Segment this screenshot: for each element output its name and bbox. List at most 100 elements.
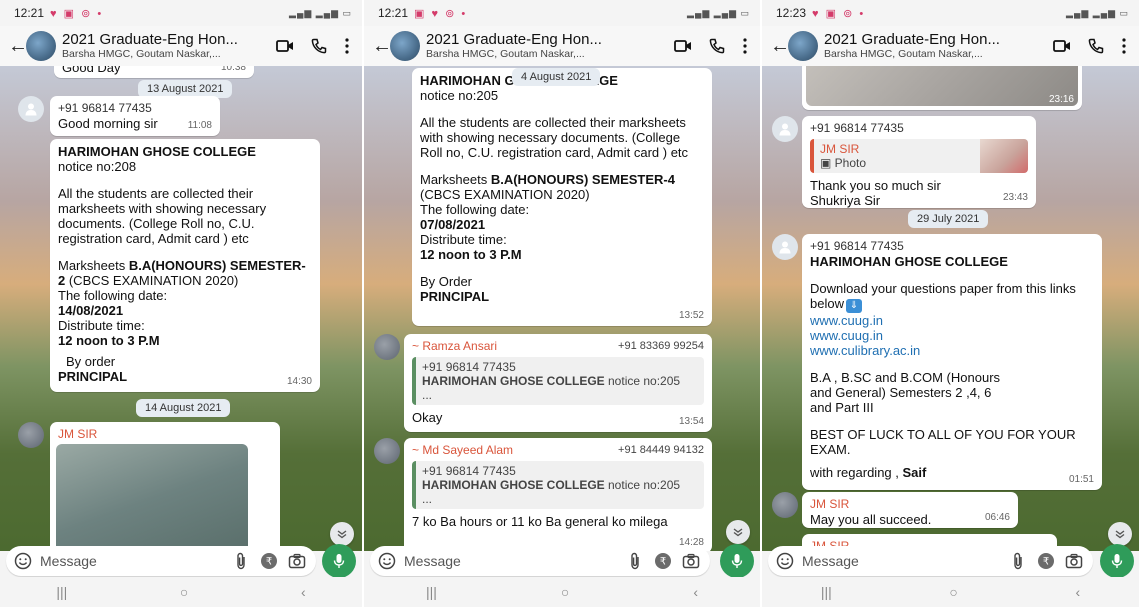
back-arrow-icon[interactable]: ← [770,35,790,58]
emoji-icon[interactable] [14,552,32,570]
scroll-down-icon[interactable] [1108,522,1132,546]
link-1[interactable]: www.cuug.in [810,313,1094,328]
signal-icon: ▂▄▆ ▂▄▆ ▭ [687,7,750,18]
video-call-icon[interactable] [670,33,696,59]
recent-apps-icon[interactable]: ||| [821,584,832,600]
status-time: 12:21 [378,6,409,20]
camera-icon[interactable] [286,550,308,572]
message-bubble[interactable]: HARIMOHAN GHOSE COLLEGE notice no:208 Al… [50,139,320,392]
payment-icon[interactable]: ₹ [1035,550,1057,572]
emoji-icon[interactable] [776,552,794,570]
sender-avatar[interactable] [18,96,44,122]
chat-area[interactable]: HARIMOHAN GHOSE COLLEGE notice no:205 Al… [364,66,760,551]
back-arrow-icon[interactable]: ← [372,35,392,58]
voice-call-icon[interactable] [306,33,332,59]
message-bubble[interactable]: 23:16 [802,66,1082,110]
chat-title-area[interactable]: 2021 Graduate-Eng Hon... Barsha HMGC, Go… [62,31,264,61]
mic-button[interactable] [1100,544,1134,578]
recent-apps-icon[interactable]: ||| [426,584,437,600]
payment-icon[interactable]: ₹ [258,550,280,572]
back-nav-icon[interactable]: ‹ [301,584,306,600]
notice-signatory: PRINCIPAL [420,289,490,304]
camera-icon[interactable] [1063,550,1085,572]
attach-icon[interactable] [1007,550,1029,572]
group-avatar[interactable] [390,31,420,61]
mic-button[interactable] [720,544,754,578]
payment-icon[interactable]: ₹ [652,550,674,572]
message-input[interactable]: Message ₹ [768,546,1093,576]
quoted-message[interactable]: JM SIR ▣ Photo [810,139,1028,173]
media-thumbnail[interactable] [56,444,248,551]
chat-participants: Barsha HMGC, Goutam Naskar,... [426,48,585,60]
status-bar: 12:21 ♥ ▣ ⊚ • ▂▄▆ ▂▄▆ ▭ [0,0,362,26]
back-arrow-icon[interactable]: ← [8,35,28,58]
notice-body: All the students are collected their mar… [58,186,267,246]
sender-avatar[interactable] [772,492,798,518]
link-2[interactable]: www.cuug.in [810,328,1094,343]
notice-by-order: By Order [420,274,473,289]
video-call-icon[interactable] [1049,33,1075,59]
home-icon[interactable]: ○ [561,584,569,600]
input-bar: Message ₹ [762,544,1139,578]
message-time: 14:30 [286,376,312,387]
message-input[interactable]: Message ₹ [370,546,710,576]
chat-title-area[interactable]: 2021 Graduate-Eng Hon... Barsha HMGC, Go… [824,31,1041,61]
back-nav-icon[interactable]: ‹ [693,584,698,600]
home-icon[interactable]: ○ [949,584,957,600]
message-bubble[interactable]: Good Day 10:38 [54,66,254,78]
chat-area[interactable]: 23:16 +91 96814 77435 JM SIR ▣ Photo Tha… [762,66,1139,551]
recent-apps-icon[interactable]: ||| [56,584,67,600]
notice-signatory: PRINCIPAL [58,369,128,384]
message-time: 23:43 [1002,192,1028,203]
group-avatar[interactable] [26,31,56,61]
emoji-icon[interactable] [378,552,396,570]
more-options-icon[interactable] [1117,33,1131,59]
notice-courses: B.A , B.SC and B.COM (Honours and Genera… [810,370,1001,415]
home-icon[interactable]: ○ [180,584,188,600]
status-time: 12:23 [776,6,807,20]
quoted-message[interactable]: +91 96814 77435 HARIMOHAN GHOSE COLLEGE … [412,357,704,405]
sender-avatar[interactable] [772,116,798,142]
quoted-more: ... [422,388,433,402]
voice-call-icon[interactable] [704,33,730,59]
sender-avatar[interactable] [772,234,798,260]
message-bubble[interactable]: JM SIR [50,422,280,551]
back-nav-icon[interactable]: ‹ [1075,584,1080,600]
message-text: Thank you so much sir Shukriya Sir [810,178,941,208]
phone-screen-1: 12:21 ♥ ▣ ⊚ • ▂▄▆ ▂▄▆ ▭ ← 2021 Graduate-… [0,0,362,607]
message-input[interactable]: Message ₹ [6,546,316,576]
scroll-down-icon[interactable] [726,520,750,544]
more-options-icon[interactable] [340,33,354,59]
chat-title: 2021 Graduate-Eng Hon... [62,31,238,48]
message-text: Okay [412,410,443,425]
quoted-message[interactable]: +91 96814 77435 HARIMOHAN GHOSE COLLEGE … [412,461,704,509]
sender-avatar[interactable] [374,334,400,360]
notice-time-label: Distribute time: [420,232,507,247]
sender-avatar[interactable] [18,422,44,448]
chat-title-area[interactable]: 2021 Graduate-Eng Hon... Barsha HMGC, Go… [426,31,662,61]
status-time: 12:21 [14,6,45,20]
media-thumbnail[interactable] [806,66,1078,106]
message-bubble[interactable]: +91 96814 77435 JM SIR ▣ Photo Thank you… [802,116,1036,208]
message-bubble[interactable]: HARIMOHAN GHOSE COLLEGE notice no:205 Al… [412,68,712,326]
link-3[interactable]: www.culibrary.ac.in [810,343,1094,358]
chat-area[interactable]: Good Day 10:38 13 August 2021 +91 96814 … [0,66,362,551]
nav-bar: ||| ○ ‹ [0,577,362,607]
attach-icon[interactable] [230,550,252,572]
attach-icon[interactable] [624,550,646,572]
more-options-icon[interactable] [738,33,752,59]
quoted-thumbnail [980,139,1028,173]
mic-button[interactable] [322,544,356,578]
message-bubble[interactable]: +91 96814 77435 Good morning sir 11:08 [50,96,220,136]
message-bubble[interactable]: JM SIR May you all succeed. 06:46 [802,492,1018,528]
sender-avatar[interactable] [374,438,400,464]
camera-icon[interactable] [680,550,702,572]
message-bubble[interactable]: ~ Md Sayeed Alam +91 84449 94132 +91 968… [404,438,712,551]
message-bubble[interactable]: ~ Ramza Ansari +91 83369 99254 +91 96814… [404,334,712,432]
message-bubble[interactable]: +91 96814 77435 HARIMOHAN GHOSE COLLEGE … [802,234,1102,490]
group-avatar[interactable] [788,31,818,61]
voice-call-icon[interactable] [1083,33,1109,59]
notification-icons: ♥ ▣ ⊚ • [812,7,866,20]
scroll-down-icon[interactable] [330,522,354,546]
video-call-icon[interactable] [272,33,298,59]
